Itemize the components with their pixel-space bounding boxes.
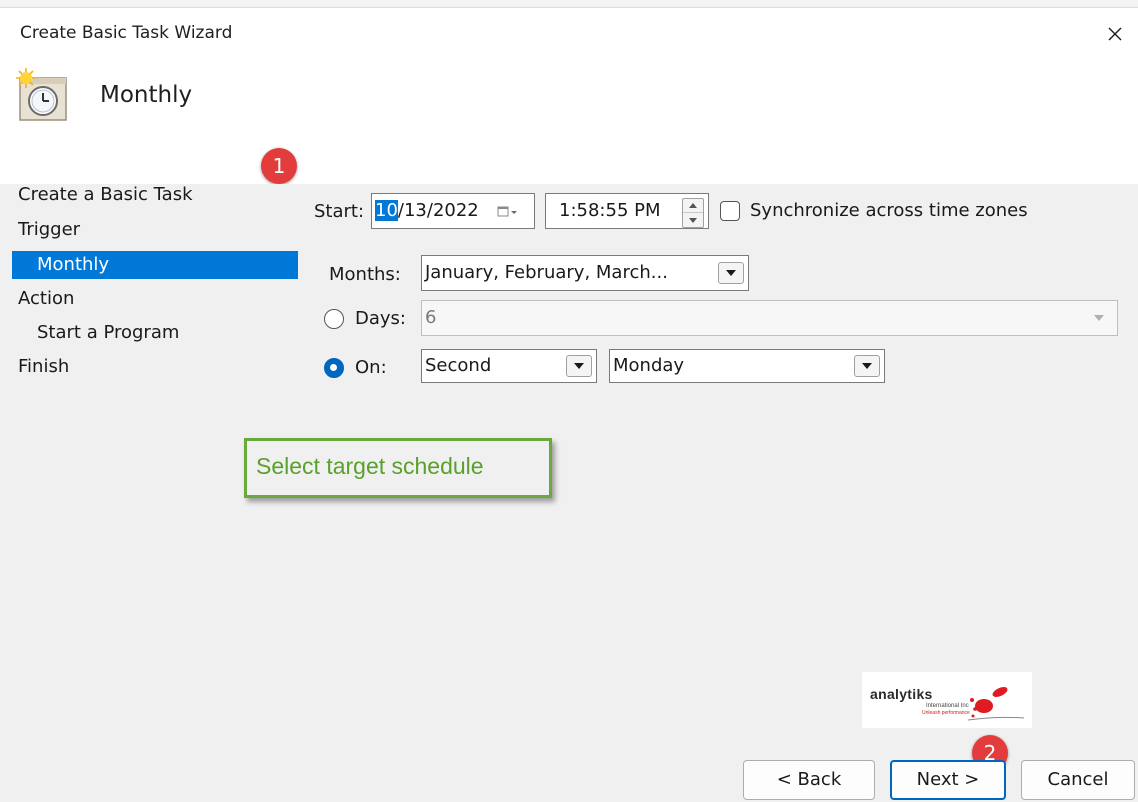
days-radio[interactable] (324, 309, 344, 329)
on-day-dropdown-button[interactable] (854, 355, 880, 377)
nav-item-start-a-program[interactable]: Start a Program (37, 319, 179, 347)
months-label: Months: (329, 264, 401, 285)
spin-up-icon (689, 203, 697, 208)
annotation-callout-text: Select target schedule (256, 453, 484, 479)
on-radio[interactable] (324, 358, 344, 378)
nav-item-finish[interactable]: Finish (18, 353, 69, 381)
days-value: 6 (425, 307, 437, 328)
spin-up-button[interactable] (683, 199, 703, 213)
nav-item-create-basic-task[interactable]: Create a Basic Task (18, 181, 193, 209)
days-dropdown-button[interactable] (1086, 307, 1112, 329)
days-label[interactable]: Days: (355, 308, 406, 329)
close-icon (1108, 27, 1122, 41)
wizard-body: Create a Basic Task Trigger Monthly Acti… (0, 184, 1138, 802)
window-top-edge (0, 0, 1138, 8)
on-day-value: Monday (613, 355, 685, 376)
start-date-rest: /13/2022 (397, 200, 479, 221)
cancel-button[interactable]: Cancel (1021, 760, 1135, 800)
start-label: Start: (314, 201, 365, 222)
wizard-step-list: Create a Basic Task Trigger Monthly Acti… (0, 184, 300, 384)
on-week-value: Second (425, 355, 492, 376)
nav-item-trigger[interactable]: Trigger (18, 216, 80, 244)
annotation-callout: Select target schedule (244, 438, 552, 498)
months-dropdown[interactable]: January, February, March... (421, 255, 749, 291)
chevron-down-icon (574, 363, 584, 369)
logo-name: analytiks (870, 686, 933, 702)
time-spinner[interactable] (682, 198, 704, 228)
nav-item-action[interactable]: Action (18, 285, 74, 313)
on-day-dropdown[interactable]: Monday (609, 349, 885, 383)
logo-swoosh-icon (967, 687, 1025, 721)
months-value: January, February, March... (425, 262, 668, 283)
start-date-picker[interactable]: 10/13/2022 (371, 193, 535, 229)
next-button[interactable]: Next > (890, 760, 1006, 800)
title-bar: Create Basic Task Wizard (0, 8, 1138, 60)
on-week-dropdown-button[interactable] (566, 355, 592, 377)
months-dropdown-button[interactable] (718, 262, 744, 284)
analytiks-logo: analytiks International Inc Unleash perf… (862, 672, 1032, 728)
wizard-header: Monthly 1 (0, 60, 1138, 184)
close-button[interactable] (1092, 8, 1138, 60)
spin-down-button[interactable] (683, 213, 703, 227)
nav-item-monthly[interactable]: Monthly (12, 251, 298, 279)
step-badge-1: 1 (261, 148, 297, 184)
back-button[interactable]: < Back (743, 760, 875, 800)
start-time-field[interactable]: 1:58:55 PM (545, 193, 709, 229)
start-date-selected-segment: 10 (375, 200, 398, 221)
chevron-down-icon (862, 363, 872, 369)
spin-down-icon (689, 217, 697, 223)
chevron-down-icon (726, 270, 736, 276)
on-label[interactable]: On: (355, 357, 387, 378)
on-week-dropdown[interactable]: Second (421, 349, 597, 383)
days-dropdown[interactable]: 6 (421, 300, 1118, 336)
window-title: Create Basic Task Wizard (20, 23, 233, 43)
chevron-down-icon (1094, 315, 1104, 321)
sync-time-zones-label[interactable]: Synchronize across time zones (750, 200, 1028, 221)
calendar-dropdown-icon[interactable] (497, 205, 519, 219)
task-scheduler-clock-icon (16, 68, 67, 121)
sync-time-zones-checkbox[interactable] (720, 201, 740, 221)
start-time-value: 1:58:55 PM (559, 200, 661, 221)
page-title: Monthly (100, 82, 193, 108)
